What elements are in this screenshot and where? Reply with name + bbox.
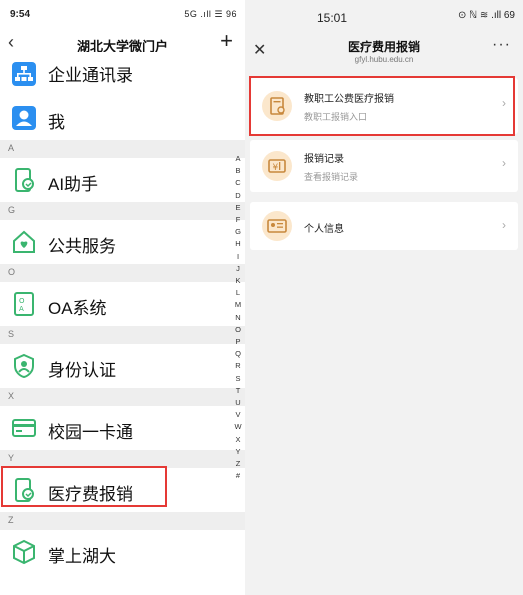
card-title: 报销记录 <box>304 154 344 165</box>
chevron-right-icon: › <box>502 156 506 170</box>
list-item-label: 我 <box>48 113 65 132</box>
svg-text:O: O <box>19 297 25 305</box>
section-header-z: Z <box>0 512 245 530</box>
list-item-label: AI助手 <box>48 175 99 194</box>
card-title: 个人信息 <box>304 224 344 235</box>
list-item-directory[interactable]: 企业通讯录 <box>0 52 245 96</box>
section-header-x: X <box>0 388 245 406</box>
index-letter[interactable]: Y <box>233 446 243 458</box>
status-time: 15:01 <box>317 11 348 25</box>
list-item-campus-card[interactable]: 校园一卡通 <box>0 406 245 450</box>
list-item-label: 企业通讯录 <box>48 66 133 85</box>
list-item-ai-assistant[interactable]: AI助手 <box>0 158 245 202</box>
cube-icon <box>10 538 38 566</box>
index-letter[interactable]: S <box>233 373 243 385</box>
index-letter[interactable]: F <box>233 214 243 226</box>
status-indicators: ⊙ ℕ ≋ .ıll 69 <box>457 10 515 21</box>
svg-text:A: A <box>19 305 24 313</box>
section-header-o: O <box>0 264 245 282</box>
page-url: gfyl.hubu.edu.cn <box>354 55 414 64</box>
index-letter[interactable]: T <box>233 385 243 397</box>
index-letter[interactable]: U <box>233 397 243 409</box>
index-letter[interactable]: D <box>233 190 243 202</box>
card-personal-info[interactable]: 个人信息 › <box>250 202 518 250</box>
section-header-g: G <box>0 202 245 220</box>
list-item-public-service[interactable]: 公共服务 <box>0 220 245 264</box>
index-letter[interactable]: # <box>233 470 243 482</box>
more-icon[interactable]: ··· <box>492 36 511 54</box>
right-status-bar: 15:01 ⊙ ℕ ≋ .ıll 69 <box>245 0 523 28</box>
chevron-right-icon: › <box>502 218 506 232</box>
svg-text:¥: ¥ <box>273 163 279 173</box>
index-letter[interactable]: K <box>233 275 243 287</box>
left-phone-screen: 9:54 5G .ıll ☰ 96 ‹ 湖北大学微门户 + 企业通讯录 我 A <box>0 0 245 595</box>
index-letter[interactable]: G <box>233 226 243 238</box>
index-letter[interactable]: V <box>233 409 243 421</box>
card-reimbursement-records[interactable]: ¥ 报销记录 查看报销记录 › <box>250 140 518 192</box>
status-indicators: 5G .ıll ☰ 96 <box>184 9 237 19</box>
list-item-label: 掌上湖大 <box>48 547 116 566</box>
add-icon[interactable]: + <box>220 30 233 52</box>
index-letter[interactable]: R <box>233 360 243 372</box>
list-item-label: 校园一卡通 <box>48 423 133 442</box>
list-item-hubu-mobile[interactable]: 掌上湖大 <box>0 530 245 574</box>
shield-person-icon <box>10 352 38 380</box>
index-letter[interactable]: W <box>233 421 243 433</box>
index-letter[interactable]: E <box>233 202 243 214</box>
index-letter[interactable]: C <box>233 177 243 189</box>
index-letter[interactable]: L <box>233 287 243 299</box>
index-letter[interactable]: O <box>233 324 243 336</box>
house-heart-icon <box>10 228 38 256</box>
list-item-identity[interactable]: 身份认证 <box>0 344 245 388</box>
list-item-label: OA系统 <box>48 299 107 318</box>
card-icon <box>10 414 38 442</box>
index-letter[interactable]: X <box>233 434 243 446</box>
section-header-a: A <box>0 140 245 158</box>
index-letter[interactable]: J <box>233 263 243 275</box>
id-card-icon <box>262 211 292 241</box>
list-item-label: 身份认证 <box>48 361 116 380</box>
oa-document-icon: OA <box>10 290 38 318</box>
index-letter[interactable]: Z <box>233 458 243 470</box>
left-status-bar: 9:54 5G .ıll ☰ 96 <box>0 0 245 30</box>
index-letter[interactable]: P <box>233 336 243 348</box>
index-letter[interactable]: N <box>233 312 243 324</box>
org-chart-icon <box>10 60 38 88</box>
list-item-oa-system[interactable]: OA OA系统 <box>0 282 245 326</box>
index-letter[interactable]: B <box>233 165 243 177</box>
section-header-s: S <box>0 326 245 344</box>
phone-hand-icon <box>10 166 38 194</box>
highlight-box-left <box>1 466 167 507</box>
index-letter[interactable]: A <box>233 153 243 165</box>
yen-ticket-icon: ¥ <box>262 151 292 181</box>
person-icon <box>10 104 38 132</box>
list-item-me[interactable]: 我 <box>0 96 245 140</box>
alphabet-index[interactable]: A B C D E F G H I J K L M N O P Q R S T U V W X Y Z # <box>233 153 243 482</box>
page-title: 医疗费用报销 <box>347 40 420 54</box>
highlight-box-right <box>249 76 515 136</box>
index-letter[interactable]: H <box>233 238 243 250</box>
screenshot-root: 9:54 5G .ıll ☰ 96 ‹ 湖北大学微门户 + 企业通讯录 我 A <box>0 0 523 595</box>
index-letter[interactable]: M <box>233 299 243 311</box>
right-nav-bar: ✕ 医疗费用报销 gfyl.hubu.edu.cn ··· <box>245 28 523 68</box>
index-letter[interactable]: Q <box>233 348 243 360</box>
status-time: 9:54 <box>10 9 31 20</box>
card-subtitle: 查看报销记录 <box>304 172 359 182</box>
index-letter[interactable]: I <box>233 251 243 263</box>
list-item-label: 公共服务 <box>48 237 116 256</box>
